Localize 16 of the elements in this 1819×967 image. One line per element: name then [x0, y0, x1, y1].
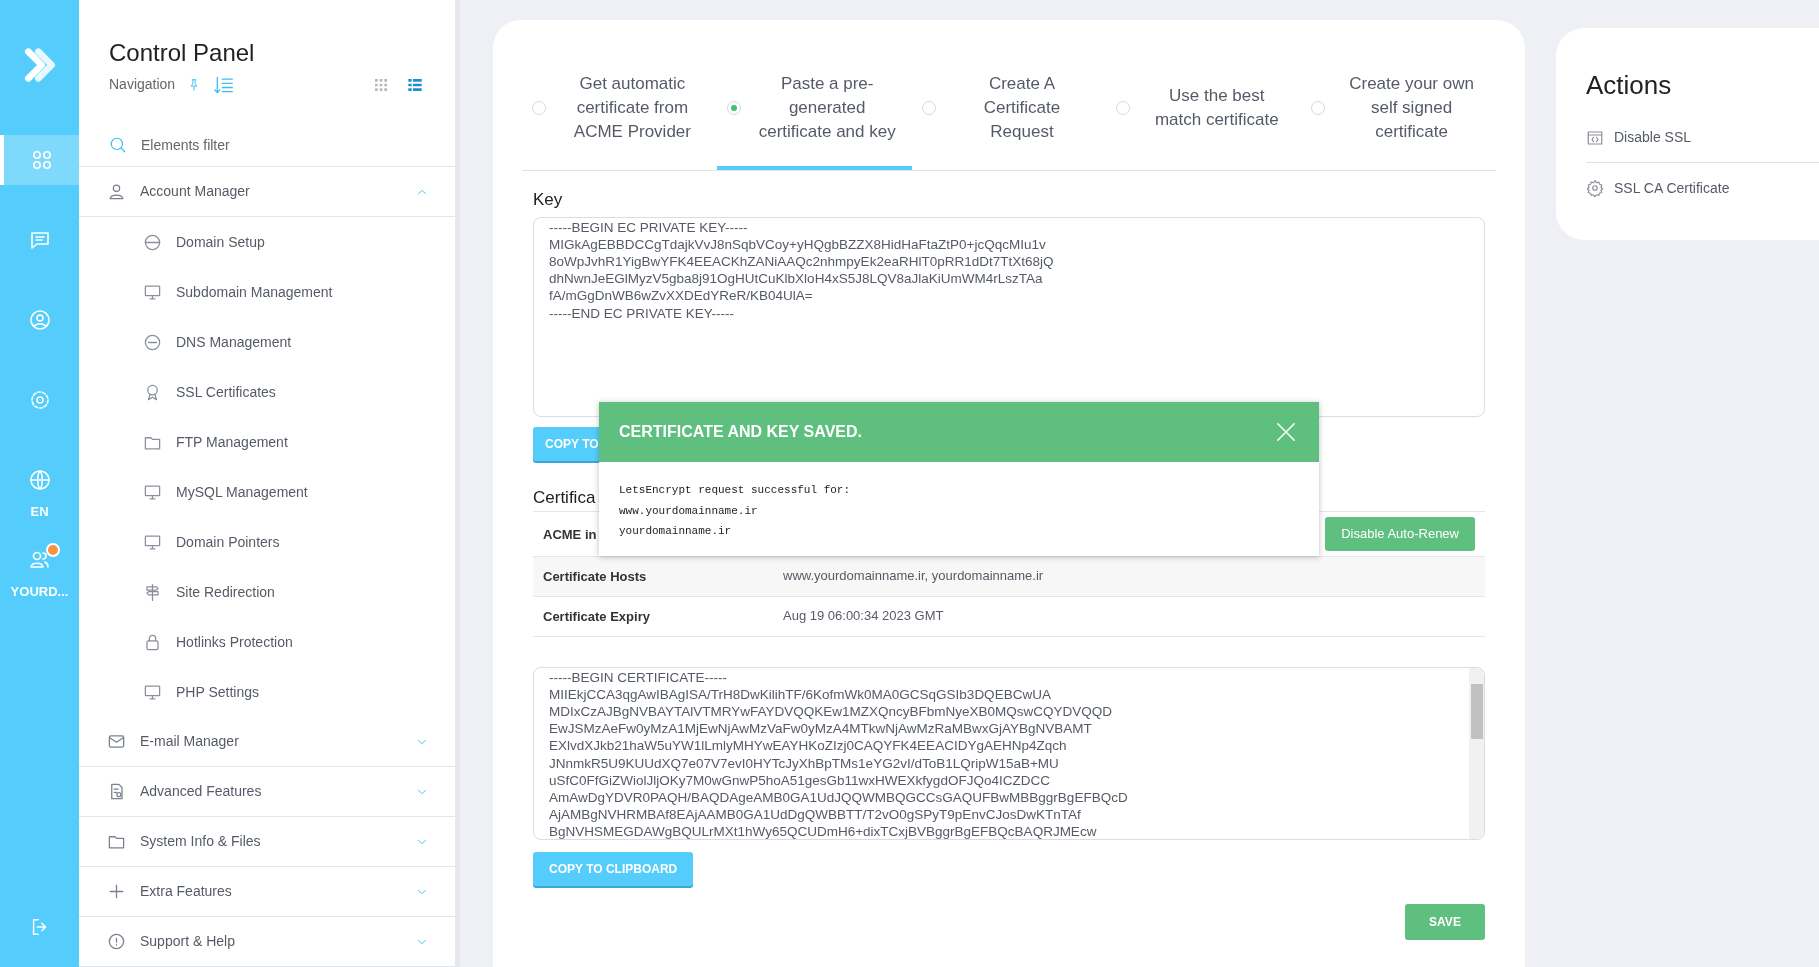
row-label: Certificate Expiry	[543, 609, 650, 624]
row-value: www.yourdomainname.ir, yourdomainname.ir	[783, 567, 1045, 586]
row-label: Certificate Hosts	[543, 569, 647, 584]
popup-text: www.yourdomainname.ir	[619, 503, 759, 519]
rail-label: EN	[30, 503, 49, 522]
popup-title: CERTIFICATE AND KEY SAVED.	[619, 422, 862, 442]
actions-title: Actions	[1586, 69, 1673, 102]
certificate-heading: Certifica	[533, 486, 596, 509]
rail-label: YOURD...	[10, 583, 69, 602]
row-value: Aug 19 06:00:34 2023 GMT	[783, 607, 945, 626]
row-label: ACME in	[543, 526, 597, 542]
popup-text: LetsEncrypt request successful for:	[619, 483, 852, 498]
panel-title: Control Panel	[109, 38, 256, 68]
key-label: Key	[533, 189, 564, 211]
popup-text: yourdomainname.ir	[619, 524, 733, 539]
navigation-label: Navigation	[109, 75, 176, 94]
